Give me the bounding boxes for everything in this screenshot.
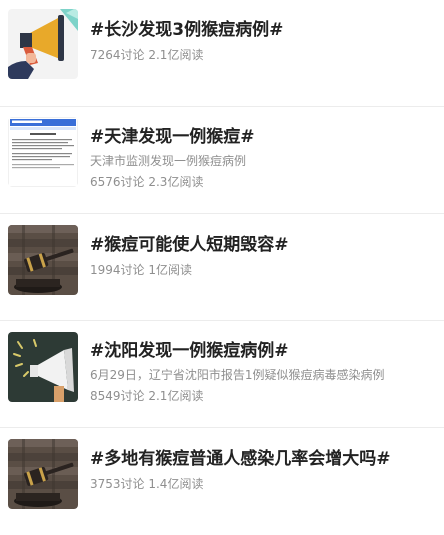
- gavel-icon[interactable]: [8, 439, 78, 509]
- topic-item[interactable]: #天津发现一例猴痘# 天津市监测发现一例猴痘病例 6576讨论 2.3亿阅读: [0, 107, 444, 214]
- megaphone-icon[interactable]: [8, 9, 78, 79]
- topic-list: #长沙发现3例猴痘病例# 7264讨论 2.1亿阅读 #天津发现一例猴痘# 天津…: [0, 0, 444, 535]
- topic-stats: 8549讨论 2.1亿阅读: [90, 389, 204, 403]
- topic-title[interactable]: #多地有猴痘普通人感染几率会增大吗#: [90, 448, 436, 470]
- topic-item[interactable]: #多地有猴痘普通人感染几率会增大吗# 3753讨论 1.4亿阅读: [0, 428, 444, 535]
- topic-text: #天津发现一例猴痘# 天津市监测发现一例猴痘病例 6576讨论 2.3亿阅读: [90, 126, 436, 190]
- topic-stats: 7264讨论 2.1亿阅读: [90, 48, 204, 62]
- document-icon[interactable]: [8, 117, 78, 187]
- topic-text: #多地有猴痘普通人感染几率会增大吗# 3753讨论 1.4亿阅读: [90, 448, 436, 492]
- megaphone-icon[interactable]: [8, 332, 78, 402]
- topic-stats: 1994讨论 1亿阅读: [90, 263, 192, 277]
- topic-description: 6月29日，辽宁省沈阳市报告1例疑似猴痘病毒感染病例: [90, 368, 385, 382]
- topic-stats: 3753讨论 1.4亿阅读: [90, 477, 204, 491]
- topic-title[interactable]: #猴痘可能使人短期毁容#: [90, 234, 436, 256]
- topic-item[interactable]: #长沙发现3例猴痘病例# 7264讨论 2.1亿阅读: [0, 0, 444, 107]
- topic-item[interactable]: #沈阳发现一例猴痘病例# 6月29日，辽宁省沈阳市报告1例疑似猴痘病毒感染病例 …: [0, 321, 444, 428]
- gavel-icon[interactable]: [8, 225, 78, 295]
- topic-text: #沈阳发现一例猴痘病例# 6月29日，辽宁省沈阳市报告1例疑似猴痘病毒感染病例 …: [90, 340, 436, 404]
- topic-text: #猴痘可能使人短期毁容# 1994讨论 1亿阅读: [90, 234, 436, 278]
- topic-stats: 6576讨论 2.3亿阅读: [90, 175, 204, 189]
- topic-title[interactable]: #天津发现一例猴痘#: [90, 126, 436, 148]
- topic-title[interactable]: #沈阳发现一例猴痘病例#: [90, 340, 436, 362]
- topic-item[interactable]: #猴痘可能使人短期毁容# 1994讨论 1亿阅读: [0, 214, 444, 321]
- topic-description: 天津市监测发现一例猴痘病例: [90, 154, 247, 168]
- topic-text: #长沙发现3例猴痘病例# 7264讨论 2.1亿阅读: [90, 19, 436, 63]
- topic-title[interactable]: #长沙发现3例猴痘病例#: [90, 19, 436, 41]
